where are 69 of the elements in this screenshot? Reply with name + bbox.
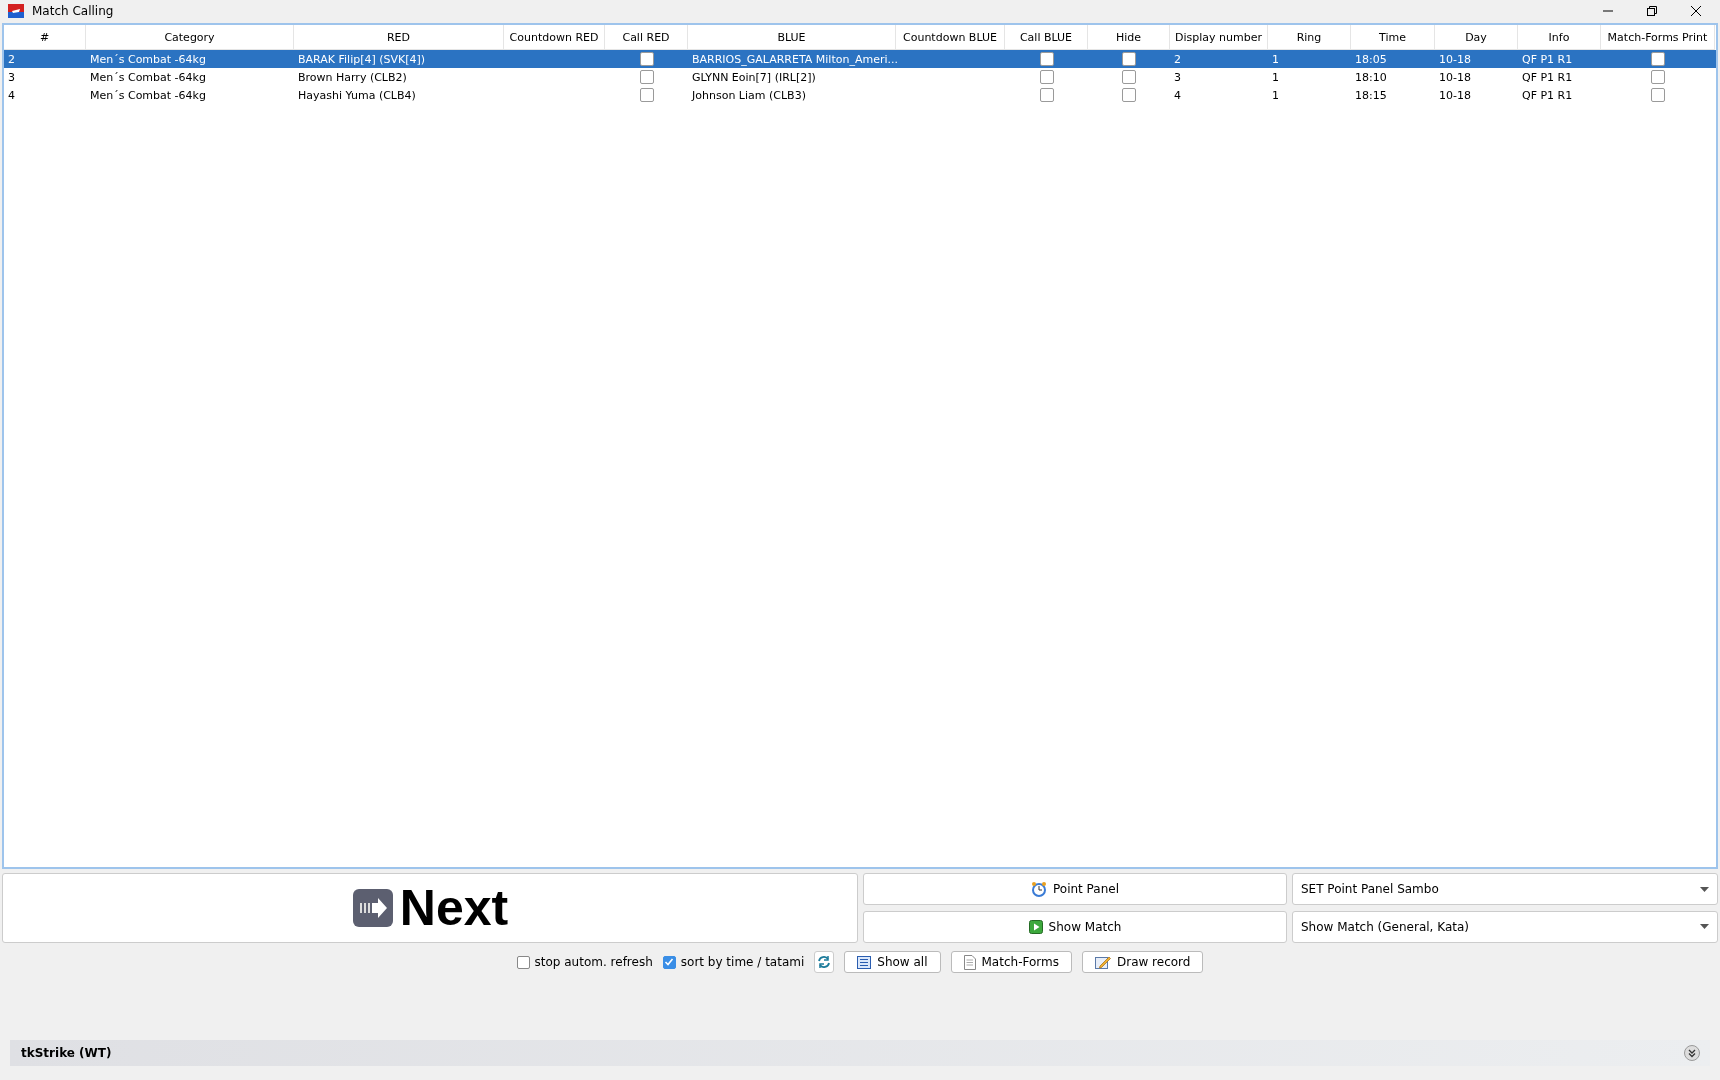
table-cell: Men´s Combat -64kg: [90, 88, 206, 102]
checkbox-label: stop autom. refresh: [534, 955, 653, 969]
status-title: tkStrike (WT): [21, 1046, 112, 1060]
table-cell: Johnson Liam (CLB3): [692, 88, 806, 102]
table-cell: Men´s Combat -64kg: [90, 52, 206, 66]
table-cell: 1: [1272, 70, 1279, 84]
table-cell: 4: [1174, 88, 1181, 102]
checkbox[interactable]: [1122, 52, 1136, 66]
table-row[interactable]: 2 Men´s Combat -64kg BARAK Filip[4] (SVK[4]) BARRIOS_GALARRETA Milton_Ameri... 2 1 18:05 10-18 QF P1 R1: [4, 50, 1716, 68]
table-cell: 10-18: [1439, 52, 1471, 66]
alarm-clock-icon: [1031, 881, 1047, 897]
checkbox[interactable]: [639, 88, 654, 102]
table-cell: 3: [8, 70, 15, 84]
restore-icon[interactable]: [1646, 5, 1658, 17]
table-cell: 2: [8, 52, 15, 66]
table-cell: 1: [1272, 88, 1279, 102]
table-cell: QF P1 R1: [1522, 70, 1573, 84]
checkbox-label: sort by time / tatami: [680, 955, 805, 969]
table-cell: 18:10: [1355, 70, 1387, 84]
table-cell: 2: [1174, 52, 1181, 66]
table-cell: 10-18: [1439, 88, 1471, 102]
table-cell: QF P1 R1: [1522, 52, 1573, 66]
point-panel-dropdown[interactable]: SET Point Panel Sambo: [1292, 873, 1718, 905]
refresh-button[interactable]: [814, 951, 835, 973]
checkbox[interactable]: [662, 955, 676, 969]
table-row[interactable]: 3 Men´s Combat -64kg Brown Harry (CLB2) GLYNN Eoin[7] (IRL[2]) 3 1 18:10 10-18 QF P1 R1: [4, 68, 1716, 86]
close-icon[interactable]: [1690, 5, 1702, 17]
toolbar-button[interactable]: Draw record: [1081, 951, 1204, 973]
checkbox[interactable]: [639, 70, 654, 84]
app-logo-icon: [8, 4, 24, 18]
document-icon: [963, 954, 976, 970]
caret-icon: [1700, 886, 1709, 892]
checkbox[interactable]: [516, 955, 530, 969]
refresh-icon: [817, 955, 832, 969]
toolbar-button[interactable]: Match-Forms: [950, 951, 1072, 973]
table-cell: BARAK Filip[4] (SVK[4]): [298, 52, 426, 66]
checkbox[interactable]: [639, 52, 654, 66]
checkbox[interactable]: [1122, 70, 1136, 84]
table-cell: 10-18: [1439, 70, 1471, 84]
checkbox[interactable]: [1039, 88, 1054, 102]
table-cell: 18:15: [1355, 88, 1387, 102]
toolbar-button[interactable]: Show all: [844, 951, 941, 973]
caret-icon: [1700, 924, 1709, 929]
table-cell: 18:05: [1355, 52, 1387, 66]
checkbox[interactable]: [1039, 70, 1054, 84]
table-cell: Men´s Combat -64kg: [90, 70, 206, 84]
show-match-dropdown[interactable]: Show Match (General, Kata): [1292, 910, 1718, 943]
checkbox[interactable]: [1651, 88, 1665, 102]
play-icon: [1028, 919, 1043, 934]
table-cell: Brown Harry (CLB2): [298, 70, 407, 84]
table-cell: QF P1 R1: [1522, 88, 1573, 102]
table-cell: Hayashi Yuma (CLB4): [298, 88, 416, 102]
list-icon: [857, 955, 872, 969]
next-button[interactable]: Next: [2, 873, 858, 943]
expand-chevron-icon[interactable]: [1684, 1045, 1700, 1061]
table-row[interactable]: 4 Men´s Combat -64kg Hayashi Yuma (CLB4) Johnson Liam (CLB3) 4 1 18:15 10-18 QF P1 R1: [4, 86, 1716, 104]
window-title: Match Calling: [32, 4, 114, 18]
table-cell: 4: [8, 88, 15, 102]
checkbox[interactable]: [1651, 52, 1665, 66]
table-cell: GLYNN Eoin[7] (IRL[2]): [692, 70, 816, 84]
point-panel-button[interactable]: Point Panel: [863, 873, 1287, 905]
show-match-button[interactable]: Show Match: [863, 910, 1287, 943]
table-cell: 1: [1272, 52, 1279, 66]
checkbox[interactable]: [1039, 52, 1054, 66]
checkbox[interactable]: [1651, 70, 1665, 84]
checkbox[interactable]: [1122, 88, 1136, 102]
pencil-icon: [1094, 954, 1111, 970]
table-cell: 3: [1174, 70, 1181, 84]
table-cell: BARRIOS_GALARRETA Milton_Ameri...: [692, 52, 898, 66]
